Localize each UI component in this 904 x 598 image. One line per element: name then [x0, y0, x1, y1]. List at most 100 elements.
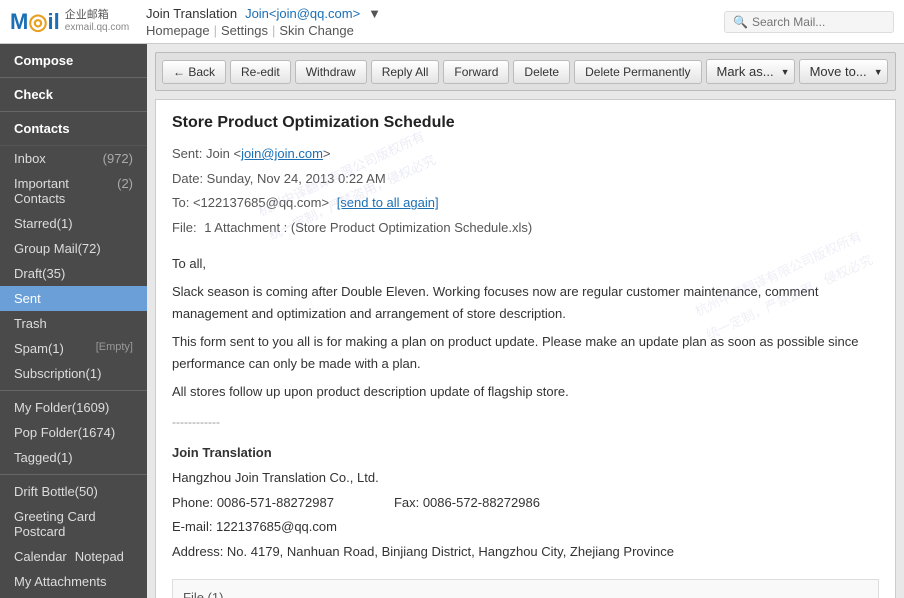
sidebar-item-starred[interactable]: Starred(1): [0, 211, 147, 236]
move-to-button[interactable]: Move to... ▼: [799, 59, 888, 84]
sidebar-item-groupmail[interactable]: Group Mail(72): [0, 236, 147, 261]
sidebar-label: Starred(1): [14, 216, 73, 231]
withdraw-button[interactable]: Withdraw: [295, 60, 367, 84]
sidebar-badge: (2): [117, 176, 133, 206]
reedit-button[interactable]: Re-edit: [230, 60, 291, 84]
sidebar-label: Trash: [14, 316, 47, 331]
body-greeting: To all,: [172, 253, 879, 275]
nav-skin-change[interactable]: Skin Change: [279, 23, 353, 38]
sidebar-label: Important Contacts: [14, 176, 117, 206]
signature-email: E-mail: 122137685@qq.com: [172, 515, 879, 540]
signature-fax: Fax: 0086-572-88272986: [394, 491, 540, 516]
to-label: To:: [172, 195, 189, 210]
compose-button[interactable]: Compose: [0, 44, 147, 78]
sidebar-label: Drift Bottle(50): [14, 484, 98, 499]
sidebar-label: Group Mail(72): [14, 241, 101, 256]
sidebar-label: My Attachments: [14, 574, 106, 589]
sidebar-item-drift-bottle[interactable]: Drift Bottle(50): [0, 479, 147, 504]
mark-as-button[interactable]: Mark as... ▼: [706, 59, 795, 84]
logo-domain: exmail.qq.com: [65, 22, 129, 34]
nav-homepage[interactable]: Homepage: [146, 23, 210, 38]
logo-o: ◎: [28, 9, 47, 35]
sidebar-divider: [0, 390, 147, 391]
signature-company: Join Translation: [172, 441, 879, 466]
sidebar-item-important-contacts[interactable]: Important Contacts (2): [0, 171, 147, 211]
sent-label: Sent:: [172, 146, 202, 161]
sidebar-label: Pop Folder(1674): [14, 425, 115, 440]
sidebar-item-pop-folder[interactable]: Pop Folder(1674): [0, 420, 147, 445]
sidebar-label: Spam(1): [14, 341, 64, 356]
sidebar-label-calendar: Calendar: [14, 549, 67, 564]
sidebar-item-trash[interactable]: Trash: [0, 311, 147, 336]
signature: Join Translation Hangzhou Join Translati…: [172, 441, 879, 564]
file-label: File:: [172, 220, 197, 235]
sidebar-item-draft[interactable]: Draft(35): [0, 261, 147, 286]
content: ← Back Re-edit Withdraw Reply All Forwar…: [147, 44, 904, 598]
check-button[interactable]: Check: [0, 78, 147, 112]
back-button[interactable]: ← Back: [162, 60, 226, 84]
logo: M ◎ il 企业邮箱 exmail.qq.com: [10, 9, 130, 35]
sidebar-item-spam[interactable]: Spam(1) [Empty]: [0, 336, 147, 361]
to-action[interactable]: [send to all again]: [337, 195, 439, 210]
nav-email[interactable]: Join<join@qq.com>: [245, 6, 360, 21]
nav-sep2: |: [272, 23, 275, 38]
to-address: <122137685@qq.com>: [193, 195, 329, 210]
sent-email[interactable]: join@join.com: [241, 146, 323, 161]
nav-join-translation[interactable]: Join Translation: [146, 6, 237, 21]
logo-enterprise: 企业邮箱: [65, 9, 129, 22]
sidebar-item-my-folder[interactable]: My Folder(1609): [0, 395, 147, 420]
nav-settings[interactable]: Settings: [221, 23, 268, 38]
mark-as-label: Mark as...: [717, 64, 774, 79]
nav-sep1: |: [214, 23, 217, 38]
delete-permanently-button[interactable]: Delete Permanently: [574, 60, 701, 84]
body-p3: All stores follow up upon product descri…: [172, 381, 879, 403]
email-container: 杭州中译翻译有限公司版权所有统一定制，严禁盗用，侵权必究 杭州中译翻译有限公司版…: [155, 99, 896, 598]
search-box: 🔍: [724, 11, 894, 33]
empty-badge: [Empty]: [96, 341, 133, 356]
sent-from: Join: [206, 146, 230, 161]
sidebar-label: Subscription(1): [14, 366, 101, 381]
delete-button[interactable]: Delete: [513, 60, 570, 84]
main-layout: Compose Check Contacts Inbox (972) Impor…: [0, 44, 904, 598]
sidebar-label-notepad: Notepad: [75, 549, 124, 564]
signature-address: Address: No. 4179, Nanhuan Road, Binjian…: [172, 540, 879, 565]
sidebar-item-file-hub[interactable]: File Hub: [0, 594, 147, 598]
header-nav: Join Translation Join<join@qq.com> ▼ Hom…: [146, 6, 724, 38]
logo-m: M: [10, 9, 28, 35]
header: M ◎ il 企业邮箱 exmail.qq.com Join Translati…: [0, 0, 904, 44]
file-info: 1 Attachment : (Store Product Optimizati…: [204, 220, 532, 235]
sidebar-item-inbox-badge: (972): [103, 151, 133, 166]
sidebar-item-inbox-label: Inbox: [14, 151, 46, 166]
sidebar-item-my-attachments[interactable]: My Attachments: [0, 569, 147, 594]
contacts-button[interactable]: Contacts: [0, 112, 147, 146]
sidebar-item-tagged[interactable]: Tagged(1): [0, 445, 147, 470]
email-separator: ------------: [172, 415, 879, 429]
email-date: Date: Sunday, Nov 24, 2013 0:22 AM: [172, 167, 879, 192]
mark-as-dropdown-icon: ▼: [781, 67, 790, 77]
sidebar-label: Greeting Card Postcard: [14, 509, 96, 539]
sidebar-divider2: [0, 474, 147, 475]
attachment-file-label: File (1): [183, 590, 223, 598]
signature-full-company: Hangzhou Join Translation Co., Ltd.: [172, 466, 879, 491]
signature-phone: Phone: 0086-571-88272987: [172, 491, 334, 516]
sidebar-label: Sent: [14, 291, 41, 306]
sidebar-item-inbox[interactable]: Inbox (972): [0, 146, 147, 171]
forward-button[interactable]: Forward: [443, 60, 509, 84]
reply-all-button[interactable]: Reply All: [371, 60, 440, 84]
sidebar: Compose Check Contacts Inbox (972) Impor…: [0, 44, 147, 598]
sidebar-item-subscription[interactable]: Subscription(1): [0, 361, 147, 386]
sidebar-label: My Folder(1609): [14, 400, 109, 415]
logo-il: il: [48, 9, 60, 35]
sidebar-item-calendar-notepad[interactable]: Calendar Notepad: [0, 544, 147, 569]
move-to-label: Move to...: [810, 64, 867, 79]
email-body: To all, Slack season is coming after Dou…: [172, 253, 879, 404]
sidebar-item-sent[interactable]: Sent: [0, 286, 147, 311]
nav-dropdown-icon[interactable]: ▼: [368, 6, 381, 21]
body-p1: Slack season is coming after Double Elev…: [172, 281, 879, 325]
sidebar-item-greeting-card[interactable]: Greeting Card Postcard: [0, 504, 147, 544]
move-to-dropdown-icon: ▼: [874, 67, 883, 77]
attachment-section: File (1) Attachment ( Scanned by Avira a…: [172, 579, 879, 598]
search-input[interactable]: [752, 15, 882, 29]
search-icon: 🔍: [733, 15, 748, 29]
attachment-title: File (1): [183, 590, 868, 598]
